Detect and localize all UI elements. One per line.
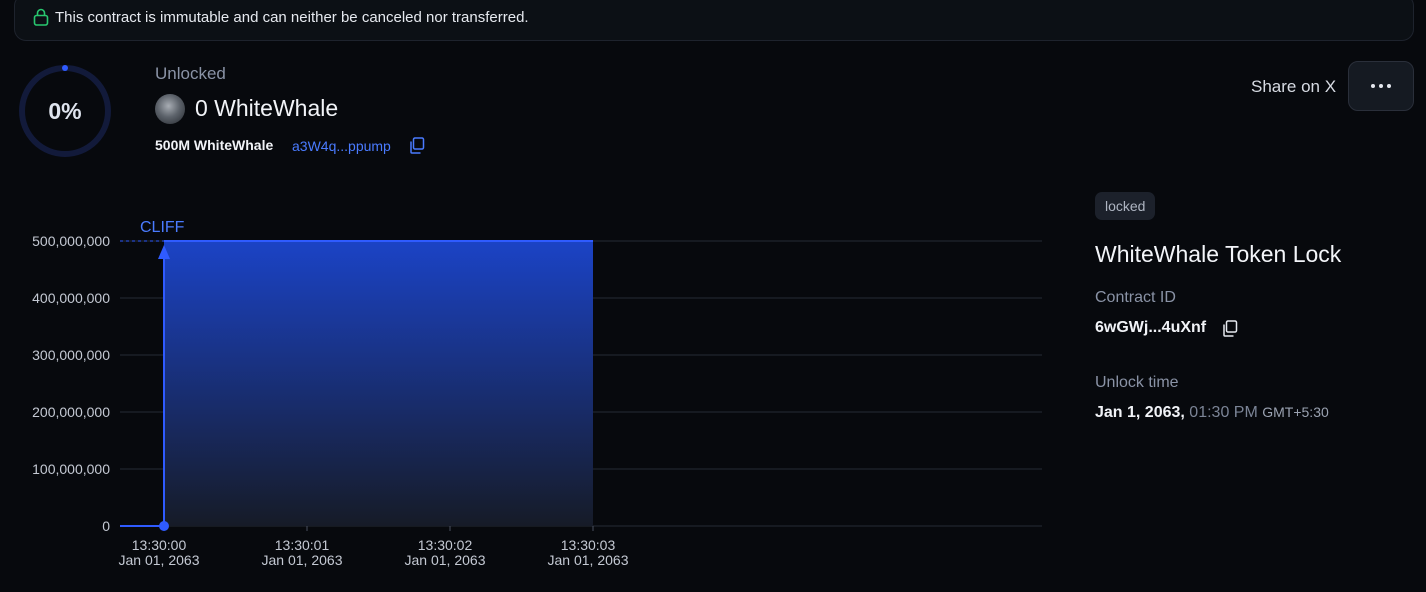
series-area (164, 241, 593, 526)
cliff-annotation: CLIFF (140, 219, 185, 236)
copy-contract-id-icon[interactable] (1222, 320, 1238, 337)
unlock-clock-time: 01:30 PM (1189, 404, 1258, 421)
unlock-time-label: Unlock time (1095, 374, 1179, 391)
token-avatar (155, 94, 185, 124)
x-tick-time: 13:30:01 (275, 537, 330, 553)
contract-id-value: 6wGWj...4uXnf (1095, 319, 1207, 336)
x-tick-time: 13:30:03 (561, 537, 616, 553)
y-tick-label: 100,000,000 (32, 461, 110, 477)
unlock-chart: 0 100,000,000 200,000,000 300,000,000 400,00… (32, 219, 1042, 568)
lock-status-badge: locked (1095, 192, 1156, 220)
progress-percent: 0% (48, 97, 82, 124)
unlock-date: Jan 1, 2063, (1095, 404, 1185, 421)
series-start-point (159, 521, 169, 531)
unlock-timezone: GMT+5:30 (1262, 404, 1329, 420)
unlock-status: Unlocked (155, 64, 226, 83)
y-tick-label: 200,000,000 (32, 404, 110, 420)
x-tick-time: 13:30:00 (132, 537, 187, 553)
total-amount: 500M WhiteWhale (155, 137, 274, 153)
share-on-x-button[interactable]: Share on X (1251, 77, 1336, 97)
x-tick-date: Jan 01, 2063 (405, 552, 486, 568)
x-tick-date: Jan 01, 2063 (262, 552, 343, 568)
x-tick-date: Jan 01, 2063 (119, 552, 200, 568)
immutability-banner: This contract is immutable and can neith… (14, 0, 1414, 41)
y-tick-label: 300,000,000 (32, 347, 110, 363)
y-tick-label: 400,000,000 (32, 290, 110, 306)
lock-icon (33, 8, 49, 26)
y-tick-label: 0 (102, 518, 110, 534)
x-tick-date: Jan 01, 2063 (548, 552, 629, 568)
contract-id-label: Contract ID (1095, 289, 1176, 306)
x-tick-time: 13:30:02 (418, 537, 473, 553)
more-horizontal-icon (1371, 84, 1391, 88)
unlocked-amount: 0 WhiteWhale (195, 95, 339, 121)
lock-title: WhiteWhale Token Lock (1095, 241, 1342, 267)
y-tick-label: 500,000,000 (32, 233, 110, 249)
copy-address-icon[interactable] (409, 137, 425, 154)
more-menu-button[interactable] (1348, 61, 1414, 111)
banner-text: This contract is immutable and can neith… (55, 9, 529, 26)
unlock-time-value: Jan 1, 2063, 01:30 PM GMT+5:30 (1095, 404, 1329, 422)
token-address-link[interactable]: a3W4q...ppump (292, 138, 391, 154)
